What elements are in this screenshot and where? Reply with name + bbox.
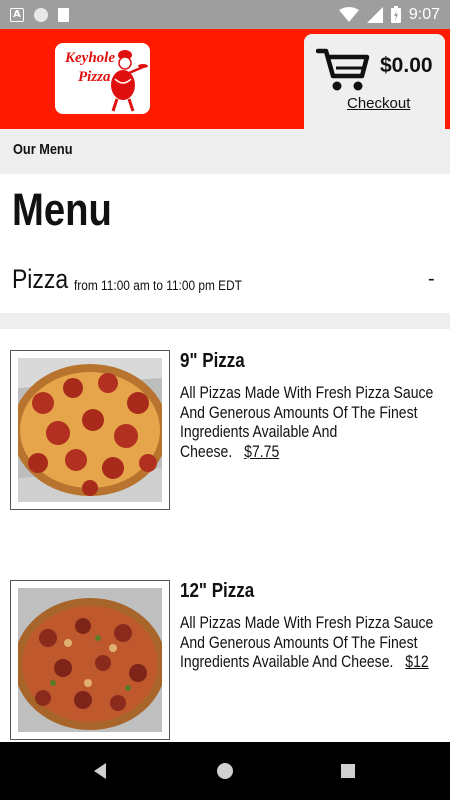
collapse-toggle[interactable]: -: [428, 268, 435, 291]
logo-graphic: Keyhole Pizza: [64, 50, 148, 112]
svg-text:Keyhole: Keyhole: [64, 50, 115, 66]
breadcrumb: Our Menu: [0, 129, 450, 174]
home-icon: [217, 763, 233, 779]
a-notification-icon: A: [10, 7, 24, 22]
site-header: Keyhole Pizza $0.00 Checkout: [0, 29, 450, 129]
category-name: Pizza: [12, 264, 69, 294]
recent-apps-icon: [341, 764, 355, 778]
item-description-text: All Pizzas Made With Fresh Pizza Sauce A…: [180, 614, 434, 671]
category-hours: from 11:00 am to 11:00 pm EDT: [74, 278, 242, 293]
item-photo[interactable]: [10, 580, 170, 740]
pepperoni-pizza-image: [18, 358, 162, 502]
checkout-link[interactable]: Checkout: [347, 95, 410, 112]
breadcrumb-our-menu[interactable]: Our Menu: [13, 141, 73, 158]
recent-apps-button[interactable]: [318, 742, 378, 800]
keyhole-pizza-logo[interactable]: Keyhole Pizza: [55, 43, 150, 114]
category-header-pizza[interactable]: Pizza from 11:00 am to 11:00 pm EDT -: [0, 258, 450, 308]
svg-text:Pizza: Pizza: [78, 69, 111, 85]
item-photo[interactable]: [10, 350, 170, 510]
menu-item[interactable]: 12" Pizza All Pizzas Made With Fresh Piz…: [0, 580, 450, 750]
item-name[interactable]: 9" Pizza: [180, 350, 245, 373]
circle-notification-icon: [34, 7, 48, 22]
cart-panel[interactable]: $0.00 Checkout: [304, 34, 445, 129]
section-divider: [0, 313, 450, 329]
battery-icon: [390, 6, 401, 23]
item-description-text: All Pizzas Made With Fresh Pizza Sauce A…: [180, 384, 434, 461]
status-bar: A 9:07: [0, 0, 450, 29]
status-time: 9:07: [408, 5, 440, 23]
home-button[interactable]: [195, 742, 255, 800]
item-price[interactable]: $7.75: [244, 443, 279, 461]
item-description: All Pizzas Made With Fresh Pizza Sauce A…: [180, 384, 435, 462]
page-title: Menu: [12, 184, 112, 235]
menu-item[interactable]: 9" Pizza All Pizzas Made With Fresh Pizz…: [0, 350, 450, 520]
wifi-icon: [338, 6, 359, 22]
back-button[interactable]: [70, 742, 130, 800]
cart-total: $0.00: [380, 54, 433, 77]
shopping-cart-icon[interactable]: [316, 46, 370, 92]
supreme-pizza-image: [18, 588, 162, 732]
item-description: All Pizzas Made With Fresh Pizza Sauce A…: [180, 614, 435, 673]
system-nav-bar: [0, 742, 450, 800]
back-icon: [94, 763, 106, 779]
item-name[interactable]: 12" Pizza: [180, 580, 254, 603]
signal-icon: [366, 6, 383, 23]
item-price[interactable]: $12: [405, 653, 428, 671]
sd-card-icon: [58, 7, 69, 22]
